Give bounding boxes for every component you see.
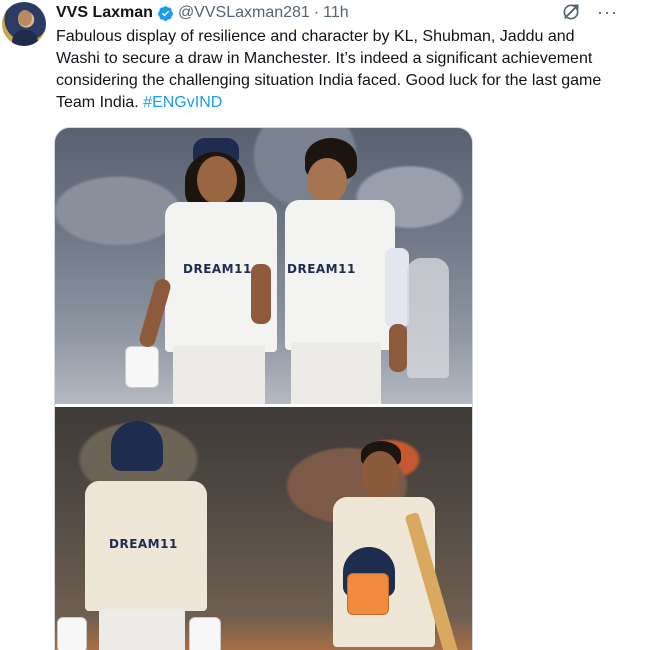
avatar-head [18, 10, 32, 26]
player-left-top: DREAM11 [125, 138, 295, 404]
media-container[interactable]: DREAM11 DREAM11 DREAM11 [54, 127, 473, 650]
timestamp[interactable]: 11h [323, 4, 349, 22]
glove [189, 617, 221, 650]
arm [251, 264, 271, 324]
player-left-bottom: DREAM11 [57, 421, 225, 650]
separator-dot: · [313, 4, 320, 21]
player-right-bottom [305, 441, 460, 650]
sleeve [385, 248, 409, 328]
face [197, 156, 237, 204]
helmet [111, 421, 163, 471]
tweet-header: VVS Laxman @VVSLaxman281 · 11h [56, 3, 349, 23]
handle[interactable]: @VVSLaxman281 [178, 4, 310, 22]
trousers [99, 609, 185, 650]
trousers [173, 346, 265, 404]
face [361, 451, 399, 497]
avatar-suit [12, 30, 38, 46]
header-actions: ··· [561, 2, 618, 22]
hashtag-link[interactable]: #ENGvIND [143, 94, 222, 111]
photo-top[interactable]: DREAM11 DREAM11 [55, 128, 472, 404]
display-name[interactable]: VVS Laxman [56, 4, 153, 22]
trousers [291, 342, 381, 404]
arm [389, 324, 407, 372]
batting-glove [347, 573, 389, 615]
sponsor-logo: DREAM11 [183, 262, 252, 276]
glove [57, 617, 87, 650]
grok-icon[interactable] [561, 2, 581, 22]
background-player [407, 258, 449, 378]
tweet-text: Fabulous display of resilience and chara… [56, 26, 616, 114]
avatar[interactable] [2, 2, 46, 46]
sponsor-logo: DREAM11 [287, 262, 356, 276]
player-right-top: DREAM11 [277, 138, 417, 404]
more-icon[interactable]: ··· [597, 2, 618, 22]
verified-badge-icon[interactable] [157, 5, 174, 22]
photo-bottom[interactable]: DREAM11 [55, 407, 472, 650]
tweet[interactable]: VVS Laxman @VVSLaxman281 · 11h ··· Fabul… [0, 0, 650, 650]
sponsor-logo: DREAM11 [109, 537, 178, 551]
tweet-body: Fabulous display of resilience and chara… [56, 28, 602, 111]
glove [125, 346, 159, 388]
face [307, 158, 347, 204]
